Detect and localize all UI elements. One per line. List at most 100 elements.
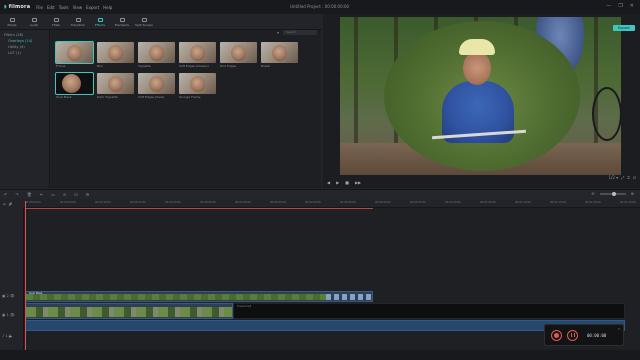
- maximize-icon[interactable]: ❐: [618, 3, 622, 9]
- video-clip-empty[interactable]: Travel.mp4: [233, 303, 625, 319]
- redo-icon[interactable]: ↷: [15, 192, 18, 197]
- split-screen-icon: [141, 17, 147, 22]
- cut-icon[interactable]: ✂: [40, 192, 43, 197]
- audio-clip[interactable]: [25, 320, 625, 331]
- pause-button[interactable]: [567, 329, 578, 341]
- menu-edit[interactable]: Edit: [47, 5, 55, 10]
- filter-dropdown[interactable]: ▾: [277, 30, 279, 35]
- fullscreen-icon[interactable]: ⤢: [621, 175, 624, 180]
- zoom-slider-knob[interactable]: [611, 191, 616, 196]
- tab-effects[interactable]: Effects: [91, 14, 109, 30]
- preview-options: 1/2 ▾ ⤢ ⌗ ⊡: [608, 175, 636, 180]
- close-recorder-icon[interactable]: ✕: [617, 327, 620, 331]
- effect-thumb-frame[interactable]: [55, 41, 94, 64]
- title-bar: ◗ filmora File Edit Tools View Export He…: [0, 0, 640, 14]
- tab-audio[interactable]: Audio: [25, 14, 43, 30]
- preview-video[interactable]: [340, 17, 621, 175]
- effect-thumb-vignette[interactable]: [138, 42, 175, 63]
- elements-icon: [119, 17, 125, 22]
- ruler-tick: 00:00:45:00: [340, 201, 356, 204]
- playhead[interactable]: [25, 201, 26, 350]
- recording-time: 00:00:00: [587, 332, 607, 338]
- ruler-tick: 00:00:15:00: [130, 201, 146, 204]
- grid-icon[interactable]: ⌗: [627, 175, 629, 180]
- effect-thumb-oval-mask[interactable]: [55, 72, 94, 95]
- category-lut[interactable]: LUT (1): [0, 50, 49, 56]
- effect-label: Dim Edges: [220, 64, 237, 68]
- timeline-toolbar: ↶ ↷ 🗑 ✂ ▭ ⊙ ⊡ ⚙ ⊖ ⊕: [0, 189, 640, 199]
- ruler-tick: 00:00:05:00: [60, 201, 76, 204]
- overlay-clip[interactable]: Oval Mask: [25, 291, 373, 302]
- app-logo: ◗ filmora: [4, 4, 31, 10]
- search-input[interactable]: Search: [283, 30, 317, 35]
- minimize-icon[interactable]: —: [606, 3, 611, 9]
- menu-bar: File Edit Tools View Export Help: [36, 5, 112, 10]
- tab-elements[interactable]: Elements: [113, 14, 131, 30]
- preview-header: Export: [613, 14, 635, 33]
- ruler-tick: 00:00:35:00: [270, 201, 286, 204]
- tab-media[interactable]: Media: [3, 14, 21, 30]
- ruler-tick: 00:01:10:00: [515, 201, 531, 204]
- track-header-video-2[interactable]: ▣ 2 👁: [2, 294, 15, 298]
- ruler-tick: 00:01:15:00: [550, 201, 566, 204]
- zoom-in-icon[interactable]: ⊕: [631, 191, 634, 196]
- menu-file[interactable]: File: [36, 5, 43, 10]
- fast-forward-icon[interactable]: ▶▶: [355, 180, 361, 185]
- effect-thumb-blur[interactable]: [97, 42, 134, 63]
- export-button[interactable]: Export: [613, 25, 635, 31]
- effect-thumb-dark-vignette[interactable]: [97, 73, 134, 94]
- effect-thumb-soft-edges[interactable]: [179, 42, 216, 63]
- color-icon[interactable]: ⊡: [74, 192, 77, 197]
- close-icon[interactable]: ✕: [630, 3, 634, 9]
- crop-icon[interactable]: ▭: [51, 192, 55, 197]
- link-icon[interactable]: 🔗: [9, 202, 13, 206]
- ruler-tick: 00:01:25:00: [620, 201, 636, 204]
- tab-transition[interactable]: Transition: [69, 14, 87, 30]
- video-clip[interactable]: [25, 303, 233, 319]
- zoom-out-icon[interactable]: ⊖: [591, 191, 594, 196]
- menu-view[interactable]: View: [73, 5, 83, 10]
- effect-thumb-grunge[interactable]: [179, 73, 216, 94]
- menu-export[interactable]: Export: [86, 5, 99, 10]
- delete-icon[interactable]: 🗑: [27, 192, 32, 197]
- step-back-icon[interactable]: ◀: [327, 180, 330, 185]
- record-icon: [554, 332, 559, 338]
- window-controls: — ❐ ✕: [606, 3, 634, 9]
- track-header-audio-1[interactable]: ♪ 1 🔈: [2, 334, 13, 338]
- menu-tools[interactable]: Tools: [59, 5, 69, 10]
- quality-dropdown[interactable]: 1/2 ▾: [608, 175, 618, 180]
- zoom-slider[interactable]: [599, 191, 626, 196]
- ruler-tick: 00:00:40:00: [305, 201, 321, 204]
- ruler-tick: 00:00:55:00: [410, 201, 426, 204]
- ruler-tick: 00:01:00:00: [445, 201, 461, 204]
- speed-icon[interactable]: ⊙: [63, 192, 66, 197]
- clip-label: Oval Mask: [29, 292, 43, 295]
- undo-icon[interactable]: ↶: [4, 192, 7, 197]
- snapshot-icon[interactable]: ⊡: [633, 175, 636, 180]
- preview-panel: Export ◀ ▶ ■ ▶▶ 1/2 ▾ ⤢ ⌗ ⊡: [323, 14, 640, 188]
- ruler-tick: 00:00:50:00: [375, 201, 391, 204]
- effect-thumb-soft-oval[interactable]: [138, 73, 175, 94]
- add-track-icon[interactable]: ⊞: [3, 202, 6, 206]
- effect-label: Blur: [97, 64, 104, 68]
- ruler-controls: ⊞ 🔗: [0, 200, 24, 208]
- tab-split-screen[interactable]: Split Screen: [135, 14, 153, 30]
- effect-label: Soft Edges (Classic): [179, 64, 209, 68]
- record-button[interactable]: [551, 329, 562, 341]
- menu-help[interactable]: Help: [103, 5, 112, 10]
- play-icon[interactable]: ▶: [336, 180, 339, 185]
- tab-titles[interactable]: Titles: [47, 14, 65, 30]
- settings-icon[interactable]: ⚙: [86, 192, 90, 197]
- oval-mask-region: [384, 21, 580, 171]
- effects-library: ▾ Search Frame Blur Vignette Soft Edges …: [51, 30, 321, 188]
- playback-controls: ◀ ▶ ■ ▶▶: [323, 176, 640, 188]
- bike-wheel: [592, 87, 621, 141]
- effect-thumb-bokeh[interactable]: [261, 42, 298, 63]
- timeline-ruler[interactable]: 00:00:00:00 00:00:05:00 00:00:10:00 00:00:1…: [24, 200, 640, 208]
- stop-icon[interactable]: ■: [345, 180, 349, 185]
- track-header-video-1[interactable]: ▣ 1 👁: [2, 313, 15, 317]
- ruler-tick: 00:01:20:00: [585, 201, 601, 204]
- pause-icon: [570, 333, 575, 337]
- effect-thumb-dim-edges[interactable]: [220, 42, 257, 63]
- titles-icon: [53, 17, 59, 22]
